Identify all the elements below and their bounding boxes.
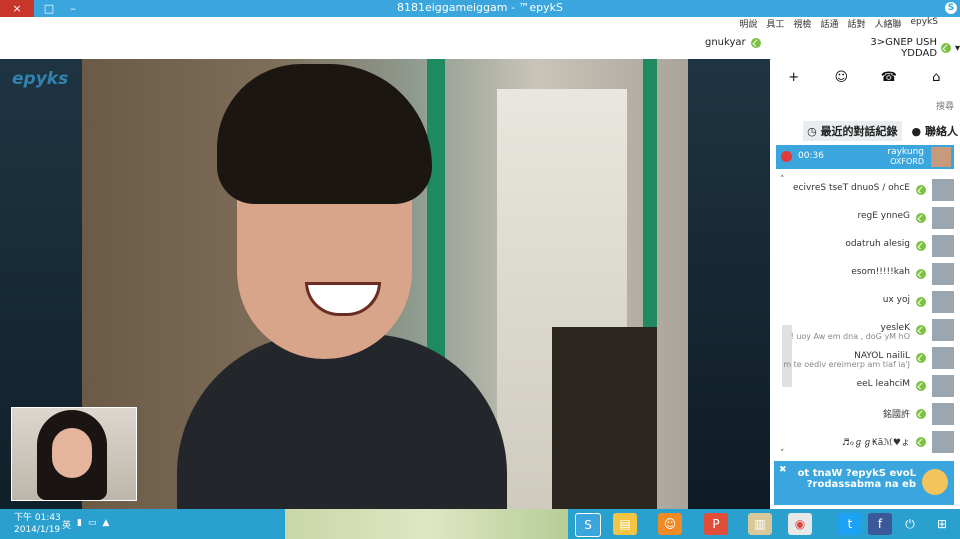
list-item[interactable]: 許國銘 [776,401,954,427]
menu-item-skype[interactable]: Skype [910,17,938,30]
twitter-icon[interactable]: t [838,513,862,535]
taskbar-clock[interactable]: 下午 01:43 2014/1/19 [14,512,61,536]
online-status-icon [916,185,926,195]
remote-participant [177,64,507,509]
online-status-icon [916,381,926,391]
clock-icon: ◷ [807,125,817,138]
network-icon[interactable]: ▮ [77,518,82,531]
self-face [52,428,92,478]
self-video-preview[interactable] [11,407,137,501]
file-explorer-icon[interactable]: ▥ [748,513,772,535]
avatar [932,319,954,341]
list-item[interactable]: joy xu [776,289,954,315]
skype-icon: S [945,2,957,14]
online-status-icon [916,213,926,223]
online-status-icon [916,353,926,363]
sidebar-tabs: ● 聯絡人 ◷ 最近的對話紀錄 [776,121,958,141]
chevron-down-icon[interactable]: ▾ [955,43,960,54]
skype-icon[interactable]: S [575,513,601,537]
avatar [932,179,954,201]
avatar [932,235,954,257]
ambassador-banner[interactable]: ✖ Love Skype? Want to be an ambassador? [774,461,954,505]
avatar [932,291,954,313]
call-contact-name[interactable]: raykung [705,37,761,48]
taskbar: 下午 01:43 2014/1/19 英 ▮ ▭ ▲ S ▤ ☺ P ▥ ◉ t… [0,509,960,539]
avatar [932,375,954,397]
list-item[interactable]: Genny Eger [776,205,954,231]
list-item[interactable]: Michael Lee [776,373,954,399]
list-item[interactable]: ょ♥ℳã₭ℊℊℴ♬ [776,429,954,455]
group-icon[interactable]: ☺ [833,70,849,86]
online-status-icon [750,37,761,48]
search-input[interactable]: 搜尋 [776,99,954,113]
participant-hair [217,64,432,204]
sidebar-nav: + ☺ ☎ ⌂ [770,69,960,87]
windows-icon[interactable]: ⊞ [930,513,954,535]
title-bar: × □ – Skype™ - maggiemaggie1818 S [0,0,960,17]
phone-icon[interactable]: ☎ [881,70,897,86]
avatar [922,469,948,495]
ime-indicator[interactable]: 英 [62,518,71,531]
online-status-icon [916,269,926,279]
menu-item-conversations[interactable]: 對話 [847,17,865,30]
close-icon[interactable]: ✖ [779,465,787,475]
menu-bar: Skype 聯絡人 對話 通話 檢視 工具 說明 [680,17,938,30]
contact-list: ˄ Echo / Sound Test Service Genny Eger g… [776,175,954,465]
window-title: Skype™ - maggiemaggie1818 [396,1,564,14]
list-item[interactable]: Echo / Sound Test Service [776,177,954,203]
avatar [932,263,954,285]
online-status-icon [916,241,926,251]
user-profile[interactable]: HSU PENG<3 DADDY ▾ [832,37,960,59]
app-icon[interactable]: ☺ [658,513,682,535]
chevron-up-icon[interactable]: ▲ [102,518,109,531]
chrome-icon[interactable]: ◉ [788,513,812,535]
menu-item-contacts[interactable]: 聯絡人 [874,17,901,30]
online-status-icon [916,409,926,419]
online-status-icon [941,43,951,53]
remote-video [82,59,688,509]
active-call-row[interactable]: raykung OXFORD 00:36 [776,145,954,169]
online-status-icon [916,437,926,447]
end-call-icon[interactable] [781,151,792,162]
menu-item-view[interactable]: 檢視 [793,17,811,30]
list-item[interactable]: Kelsey Oh My God , and me wA you ! [776,317,954,343]
avatar [932,347,954,369]
list-item[interactable]: Lilian LOYAN J'ai fait ma premiere video… [776,345,954,371]
battery-icon[interactable]: ▭ [88,518,97,531]
add-contact-icon[interactable]: + [786,70,802,86]
online-status-icon [916,325,926,335]
facebook-icon[interactable]: f [868,513,892,535]
list-item[interactable]: gisela hurtado [776,233,954,259]
tab-contacts[interactable]: ● 聯絡人 [912,123,958,139]
chevron-down-icon[interactable]: ˅ [780,449,785,459]
video-right-letterbox [688,59,770,509]
contacts-sidebar: + ☺ ☎ ⌂ 搜尋 ● 聯絡人 ◷ 最近的對話紀錄 raykung OXFOR… [770,59,960,509]
folder-icon[interactable]: ▤ [613,513,637,535]
menu-item-call[interactable]: 通話 [820,17,838,30]
menu-item-tools[interactable]: 工具 [766,17,784,30]
video-background-dark-door [552,327,657,509]
system-tray: 英 ▮ ▭ ▲ [62,518,109,531]
avatar [931,147,951,167]
menu-item-help[interactable]: 說明 [739,17,757,30]
home-icon[interactable]: ⌂ [928,70,944,86]
participant-hoodie [177,334,507,509]
avatar [932,207,954,229]
tab-recent[interactable]: ◷ 最近的對話紀錄 [803,121,902,141]
avatar [932,431,954,453]
person-icon: ● [911,125,922,138]
photo-icon[interactable]: P [704,513,728,535]
online-status-icon [916,297,926,307]
avatar [932,403,954,425]
taskbar-background-strip [285,509,568,539]
power-icon[interactable]: ⏻ [898,513,922,535]
list-item[interactable]: hak!!!!!mose [776,261,954,287]
skype-watermark: skype [12,69,69,89]
